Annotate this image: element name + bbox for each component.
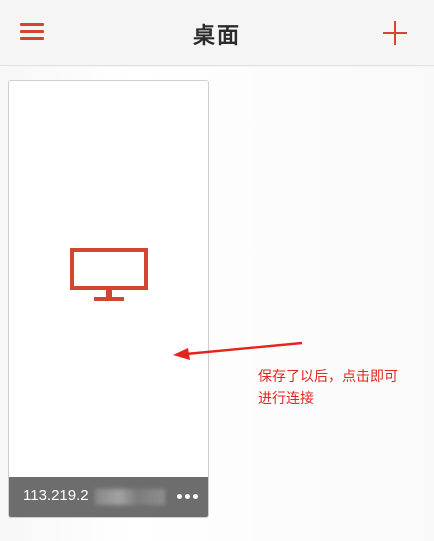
plus-icon[interactable] [383, 21, 407, 45]
annotation-text: 保存了以后，点击即可 进行连接 [258, 366, 428, 410]
redacted-address-blur [95, 489, 165, 505]
monitor-icon [70, 248, 148, 301]
host-address-label: 113.219.2 [23, 487, 89, 504]
remote-desktop-tile[interactable]: 113.219.2 [8, 80, 209, 518]
app-window: 桌面 113.219.2 保存了以后，点击即可 进行连接 [0, 0, 434, 541]
tile-footer: 113.219.2 [9, 477, 208, 517]
ellipsis-icon[interactable] [177, 494, 199, 500]
annotation-line-2: 进行连接 [258, 391, 314, 407]
page-title: 桌面 [192, 24, 241, 49]
annotation-arrow [173, 341, 303, 360]
top-bar: 桌面 [0, 0, 434, 66]
annotation-line-1: 保存了以后，点击即可 [258, 369, 398, 385]
